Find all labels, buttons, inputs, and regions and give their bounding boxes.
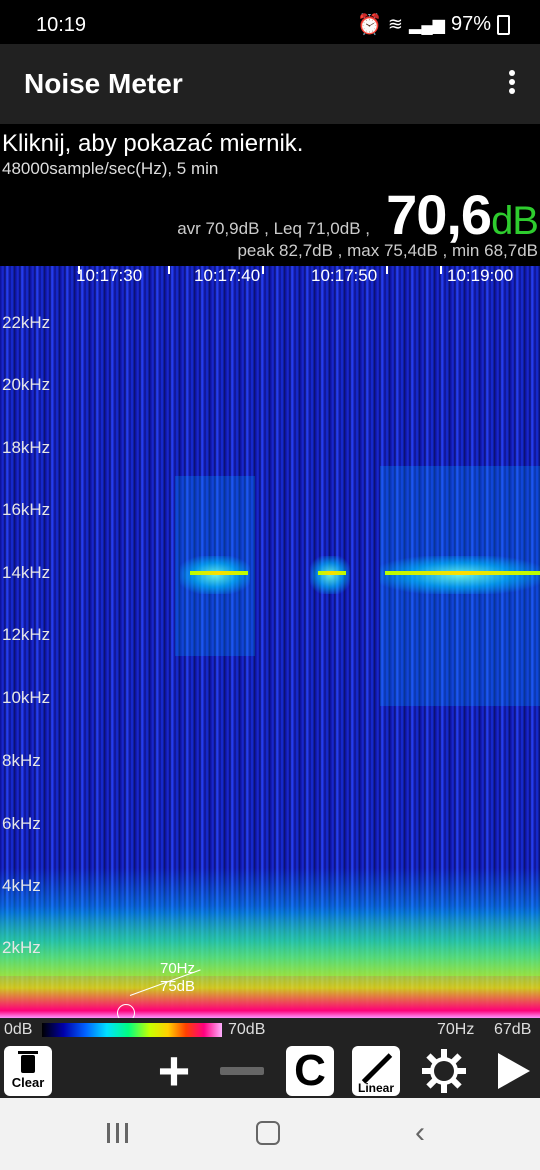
peak-annotation: 70Hz 75dB — [160, 960, 195, 996]
play-button[interactable] — [488, 1046, 536, 1096]
battery-icon — [497, 14, 510, 35]
freq-label: 10kHz — [2, 688, 51, 707]
time-tick — [386, 266, 388, 274]
freq-label: 8kHz — [2, 751, 41, 770]
system-nav-bar: ‹ — [0, 1098, 540, 1170]
color-scale-bar — [42, 1023, 222, 1037]
c-icon: C — [294, 1046, 326, 1095]
current-level-unit: dB — [491, 199, 539, 243]
clear-button[interactable]: Clear — [4, 1046, 52, 1096]
app-title: Noise Meter — [24, 68, 183, 99]
clear-label: Clear — [11, 1074, 45, 1090]
spectrogram[interactable]: 10:17:30 10:17:40 10:17:50 10:19:00 22kH… — [0, 266, 540, 1018]
meter-info-panel[interactable]: Kliknij, aby pokazać miernik. 48000sampl… — [0, 124, 540, 266]
peak-freq: 70Hz — [160, 960, 196, 977]
status-bar: 10:19 ⏰ ≋ ▂▄▆ 97% — [0, 0, 540, 44]
peak-level: 75dB — [160, 978, 196, 995]
toolbar: Clear + C Linear — [0, 1039, 540, 1102]
zoom-out-button[interactable] — [218, 1046, 266, 1096]
freq-label: 16kHz — [2, 500, 51, 519]
spectrogram-line-14k — [385, 571, 540, 575]
time-tick — [262, 266, 264, 274]
alarm-icon: ⏰ — [357, 14, 382, 36]
avg-leq-stats: avr 70,9dB , Leq 71,0dB , — [177, 219, 370, 238]
app-bar: Noise Meter — [0, 44, 540, 124]
zoom-in-button[interactable]: + — [150, 1039, 198, 1102]
minus-icon — [220, 1067, 264, 1075]
back-icon[interactable]: ‹ — [405, 1116, 435, 1149]
freq-label: 4kHz — [2, 876, 41, 895]
signal-icon: ▂▄▆ — [409, 16, 445, 34]
spectrogram-band-14k — [310, 556, 350, 594]
peak-marker — [117, 1004, 135, 1018]
color-legend: 0dB 70dB 70Hz 67dB — [0, 1018, 540, 1044]
linear-scale-button[interactable]: Linear — [352, 1046, 400, 1096]
more-vert-icon[interactable] — [506, 70, 518, 98]
legend-max-label: 70dB — [228, 1021, 266, 1038]
cursor-freq-readout: 70Hz — [437, 1021, 475, 1038]
time-label: 10:19:00 — [447, 266, 514, 285]
freq-label: 2kHz — [2, 938, 41, 957]
freq-label: 22kHz — [2, 313, 51, 332]
spectrogram-band-14k — [380, 556, 540, 594]
show-meter-prompt[interactable]: Kliknij, aby pokazać miernik. — [2, 130, 303, 158]
c-weighting-button[interactable]: C — [286, 1046, 334, 1096]
time-label: 10:17:40 — [194, 266, 261, 285]
freq-label: 14kHz — [2, 563, 51, 582]
freq-label: 12kHz — [2, 625, 51, 644]
spectrogram-line-14k — [190, 571, 248, 575]
time-tick — [168, 266, 170, 274]
time-label: 10:17:30 — [76, 266, 143, 285]
spectrogram-band-14k — [180, 556, 250, 594]
play-icon — [498, 1053, 530, 1089]
home-icon[interactable] — [253, 1120, 283, 1146]
freq-label: 18kHz — [2, 438, 51, 457]
freq-label: 6kHz — [2, 814, 41, 833]
settings-button[interactable] — [418, 1046, 470, 1096]
linear-label: Linear — [357, 1081, 394, 1095]
time-label: 10:17:50 — [311, 266, 378, 285]
linear-icon — [361, 1053, 393, 1084]
gear-icon — [422, 1049, 466, 1093]
spectrogram-lowfreq-band — [0, 906, 540, 976]
cursor-level-readout: 67dB — [494, 1021, 532, 1038]
battery-percent: 97% — [450, 13, 491, 35]
peak-max-min-stats: peak 82,7dB , max 75,4dB , min 68,7dB — [237, 241, 538, 260]
freq-label: 20kHz — [2, 375, 51, 394]
status-time: 10:19 — [36, 14, 87, 36]
time-tick — [440, 266, 442, 274]
time-tick — [78, 266, 80, 274]
current-level: 70,6dB — [386, 182, 539, 247]
spectrogram-line-14k — [318, 571, 346, 575]
trash-icon — [18, 1050, 38, 1073]
wifi-icon: ≋ — [387, 14, 404, 34]
plus-icon: + — [157, 1039, 191, 1102]
recents-icon[interactable] — [102, 1120, 132, 1146]
sample-info: 48000sample/sec(Hz), 5 min — [2, 159, 219, 178]
current-level-value: 70,6 — [386, 183, 492, 246]
status-icons: ⏰ ≋ ▂▄▆ 97% — [357, 12, 510, 37]
legend-min-label: 0dB — [4, 1021, 33, 1038]
